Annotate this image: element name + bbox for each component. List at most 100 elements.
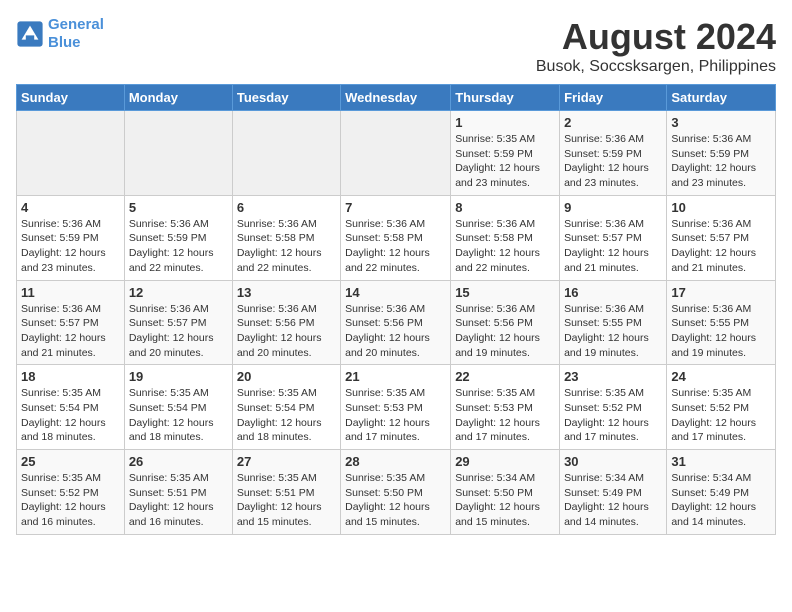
day-info: Sunrise: 5:36 AMSunset: 5:55 PMDaylight:… [564,302,662,361]
day-number: 3 [671,115,771,130]
day-info: Sunrise: 5:36 AMSunset: 5:57 PMDaylight:… [671,217,771,276]
day-info: Sunrise: 5:35 AMSunset: 5:59 PMDaylight:… [455,132,555,191]
header-cell-sunday: Sunday [17,85,125,111]
day-info: Sunrise: 5:36 AMSunset: 5:56 PMDaylight:… [237,302,336,361]
header-cell-monday: Monday [124,85,232,111]
day-info: Sunrise: 5:34 AMSunset: 5:49 PMDaylight:… [671,471,771,530]
day-cell: 18 Sunrise: 5:35 AMSunset: 5:54 PMDayligh… [17,365,125,450]
logo-text: General Blue [48,16,104,52]
week-row-2: 4 Sunrise: 5:36 AMSunset: 5:59 PMDaylight… [17,195,776,280]
week-row-5: 25Sunrise: 5:35 AMSunset: 5:52 PMDayligh… [17,450,776,535]
day-number: 13 [237,285,336,300]
day-cell: 15Sunrise: 5:36 AMSunset: 5:56 PMDayligh… [451,280,560,365]
day-cell: 6 Sunrise: 5:36 AMSunset: 5:58 PMDaylight… [232,195,340,280]
day-cell: 8Sunrise: 5:36 AMSunset: 5:58 PMDaylight… [451,195,560,280]
day-cell: 25Sunrise: 5:35 AMSunset: 5:52 PMDayligh… [17,450,125,535]
main-title: August 2024 [536,16,776,58]
day-info: Sunrise: 5:36 AMSunset: 5:56 PMDaylight:… [345,302,446,361]
day-info: Sunrise: 5:36 AMSunset: 5:59 PMDaylight:… [21,217,120,276]
day-info: Sunrise: 5:36 AMSunset: 5:57 PMDaylight:… [129,302,228,361]
day-number: 18 [21,369,120,384]
day-number: 28 [345,454,446,469]
day-cell: 7Sunrise: 5:36 AMSunset: 5:58 PMDaylight… [341,195,451,280]
day-cell: 3 Sunrise: 5:36 AMSunset: 5:59 PMDaylight… [667,111,776,196]
day-number: 17 [671,285,771,300]
day-cell: 14Sunrise: 5:36 AMSunset: 5:56 PMDayligh… [341,280,451,365]
day-number: 30 [564,454,662,469]
day-number: 9 [564,200,662,215]
day-number: 10 [671,200,771,215]
day-cell: 10 Sunrise: 5:36 AMSunset: 5:57 PMDayligh… [667,195,776,280]
day-cell: 28 Sunrise: 5:35 AMSunset: 5:50 PMDayligh… [341,450,451,535]
day-cell: 29Sunrise: 5:34 AMSunset: 5:50 PMDayligh… [451,450,560,535]
day-cell: 1 Sunrise: 5:35 AMSunset: 5:59 PMDaylight… [451,111,560,196]
day-number: 20 [237,369,336,384]
day-cell: 26 Sunrise: 5:35 AMSunset: 5:51 PMDayligh… [124,450,232,535]
header-cell-friday: Friday [560,85,667,111]
day-cell: 17 Sunrise: 5:36 AMSunset: 5:55 PMDayligh… [667,280,776,365]
day-info: Sunrise: 5:35 AMSunset: 5:53 PMDaylight:… [345,386,446,445]
day-info: Sunrise: 5:34 AMSunset: 5:49 PMDaylight:… [564,471,662,530]
day-cell [232,111,340,196]
day-number: 1 [455,115,555,130]
header-cell-tuesday: Tuesday [232,85,340,111]
day-number: 27 [237,454,336,469]
week-row-3: 11Sunrise: 5:36 AMSunset: 5:57 PMDayligh… [17,280,776,365]
day-info: Sunrise: 5:35 AMSunset: 5:52 PMDaylight:… [564,386,662,445]
day-info: Sunrise: 5:36 AMSunset: 5:59 PMDaylight:… [671,132,771,191]
day-cell [17,111,125,196]
day-cell: 20 Sunrise: 5:35 AMSunset: 5:54 PMDayligh… [232,365,340,450]
day-info: Sunrise: 5:35 AMSunset: 5:51 PMDaylight:… [237,471,336,530]
day-cell [341,111,451,196]
day-info: Sunrise: 5:35 AMSunset: 5:51 PMDaylight:… [129,471,228,530]
day-info: Sunrise: 5:36 AMSunset: 5:58 PMDaylight:… [237,217,336,276]
day-number: 23 [564,369,662,384]
day-info: Sunrise: 5:35 AMSunset: 5:52 PMDaylight:… [671,386,771,445]
header-cell-thursday: Thursday [451,85,560,111]
day-info: Sunrise: 5:36 AMSunset: 5:59 PMDaylight:… [129,217,228,276]
day-number: 2 [564,115,662,130]
day-number: 12 [129,285,228,300]
logo-line2: Blue [48,34,81,51]
day-info: Sunrise: 5:36 AMSunset: 5:57 PMDaylight:… [21,302,120,361]
day-cell: 9Sunrise: 5:36 AMSunset: 5:57 PMDaylight… [560,195,667,280]
day-number: 26 [129,454,228,469]
day-cell: 22 Sunrise: 5:35 AMSunset: 5:53 PMDayligh… [451,365,560,450]
day-number: 16 [564,285,662,300]
day-number: 24 [671,369,771,384]
day-number: 21 [345,369,446,384]
week-row-1: 1 Sunrise: 5:35 AMSunset: 5:59 PMDaylight… [17,111,776,196]
day-number: 31 [671,454,771,469]
day-cell: 5Sunrise: 5:36 AMSunset: 5:59 PMDaylight… [124,195,232,280]
day-cell: 12 Sunrise: 5:36 AMSunset: 5:57 PMDayligh… [124,280,232,365]
header-row: SundayMondayTuesdayWednesdayThursdayFrid… [17,85,776,111]
subtitle: Busok, Soccsksargen, Philippines [536,58,776,76]
day-number: 22 [455,369,555,384]
day-cell: 4 Sunrise: 5:36 AMSunset: 5:59 PMDaylight… [17,195,125,280]
day-number: 4 [21,200,120,215]
logo-icon [16,20,44,48]
day-info: Sunrise: 5:35 AMSunset: 5:50 PMDaylight:… [345,471,446,530]
day-info: Sunrise: 5:35 AMSunset: 5:54 PMDaylight:… [237,386,336,445]
day-info: Sunrise: 5:35 AMSunset: 5:54 PMDaylight:… [21,386,120,445]
day-info: Sunrise: 5:36 AMSunset: 5:59 PMDaylight:… [564,132,662,191]
day-number: 7 [345,200,446,215]
day-info: Sunrise: 5:35 AMSunset: 5:53 PMDaylight:… [455,386,555,445]
day-cell: 2 Sunrise: 5:36 AMSunset: 5:59 PMDaylight… [560,111,667,196]
day-cell: 27 Sunrise: 5:35 AMSunset: 5:51 PMDayligh… [232,450,340,535]
day-cell: 21 Sunrise: 5:35 AMSunset: 5:53 PMDayligh… [341,365,451,450]
header: General Blue August 2024 Busok, Soccsksa… [16,16,776,76]
day-cell: 31 Sunrise: 5:34 AMSunset: 5:49 PMDayligh… [667,450,776,535]
day-cell: 13 Sunrise: 5:36 AMSunset: 5:56 PMDayligh… [232,280,340,365]
week-row-4: 18 Sunrise: 5:35 AMSunset: 5:54 PMDayligh… [17,365,776,450]
day-number: 19 [129,369,228,384]
day-info: Sunrise: 5:35 AMSunset: 5:54 PMDaylight:… [129,386,228,445]
day-number: 6 [237,200,336,215]
day-cell [124,111,232,196]
day-cell: 19 Sunrise: 5:35 AMSunset: 5:54 PMDayligh… [124,365,232,450]
day-info: Sunrise: 5:36 AMSunset: 5:55 PMDaylight:… [671,302,771,361]
day-info: Sunrise: 5:34 AMSunset: 5:50 PMDaylight:… [455,471,555,530]
day-info: Sunrise: 5:36 AMSunset: 5:56 PMDaylight:… [455,302,555,361]
header-cell-saturday: Saturday [667,85,776,111]
day-number: 8 [455,200,555,215]
